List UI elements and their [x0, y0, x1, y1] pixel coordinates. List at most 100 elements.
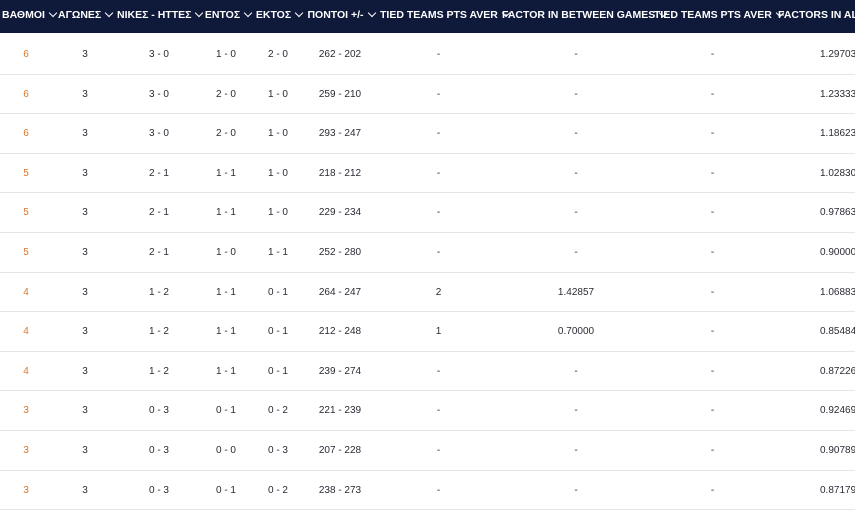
- table-row[interactable]: 3 3 0 - 3 0 - 0 0 - 3 207 - 228 - - - 0.90789: [0, 431, 855, 471]
- factor-between-games-cell: -: [574, 365, 578, 377]
- table-row[interactable]: 5 3 2 - 1 1 - 1 1 - 0 218 - 212 - - - 1.02830: [0, 154, 855, 194]
- table-row[interactable]: 4 3 1 - 2 1 - 1 0 - 1 239 - 274 - - - 0.87226: [0, 352, 855, 392]
- games-cell: 3: [82, 365, 88, 377]
- factors-in-all-cell: 1.06883: [820, 286, 855, 298]
- column-header-label: TIED TEAMS PTS AVER: [380, 9, 498, 21]
- tied-teams-pts-aver-cell: -: [436, 484, 441, 496]
- tied-teams-pts-aver-2-cell: -: [710, 286, 715, 298]
- tied-teams-pts-aver-cell: -: [436, 405, 441, 417]
- points-diff-cell: 293 - 247: [318, 128, 362, 140]
- column-header-away[interactable]: ΕΚΤΟΣ: [255, 0, 304, 33]
- column-header-label: FACTOR IN BETWEEN GAMES: [502, 9, 656, 21]
- wins-losses-cell: 1 - 2: [148, 286, 169, 298]
- table-row[interactable]: 4 3 1 - 2 1 - 1 0 - 1 212 - 248 1 0.70000 - 0.854…: [0, 312, 855, 352]
- home-cell: 1 - 1: [215, 167, 236, 179]
- column-header-points-diff[interactable]: ΠΟΝΤΟΙ +/-: [306, 0, 376, 33]
- home-cell: 1 - 1: [215, 286, 236, 298]
- column-header-label: ΕΚΤΟΣ: [255, 9, 292, 21]
- wins-losses-cell: 0 - 3: [148, 484, 169, 496]
- factor-between-games-cell: -: [574, 405, 578, 417]
- table-row[interactable]: 5 3 2 - 1 1 - 0 1 - 1 252 - 280 - - - 0.90000: [0, 233, 855, 273]
- table-row[interactable]: 3 3 0 - 3 0 - 1 0 - 2 221 - 239 - - - 0.92469: [0, 391, 855, 431]
- column-header-factors-in-all[interactable]: FACTORS IN ALL: [778, 0, 855, 33]
- column-header-factor-between-games[interactable]: FACTOR IN BETWEEN GAMES: [502, 0, 668, 33]
- tied-teams-pts-aver-2-cell: -: [710, 167, 715, 179]
- points-diff-cell: 229 - 234: [318, 207, 362, 219]
- wins-losses-cell: 1 - 2: [148, 365, 169, 377]
- column-header-games[interactable]: ΑΓΩΝΕΣ: [58, 0, 114, 33]
- table-row[interactable]: 6 3 3 - 0 2 - 0 1 - 0 293 - 247 - - - 1.18623: [0, 114, 855, 154]
- wins-losses-cell: 2 - 1: [148, 207, 169, 219]
- points-cell: 5: [23, 207, 29, 219]
- points-diff-cell: 239 - 274: [318, 365, 362, 377]
- factor-between-games-cell: -: [574, 484, 578, 496]
- games-cell: 3: [82, 286, 88, 298]
- tied-teams-pts-aver-2-cell: -: [710, 365, 715, 377]
- points-diff-cell: 238 - 273: [318, 484, 362, 496]
- chevron-down-icon: [48, 8, 58, 18]
- points-diff-cell: 218 - 212: [318, 167, 362, 179]
- points-cell: 4: [23, 365, 29, 377]
- games-cell: 3: [82, 405, 88, 417]
- table-row[interactable]: 6 3 3 - 0 2 - 0 1 - 0 259 - 210 - - - 1.23333: [0, 75, 855, 115]
- tied-teams-pts-aver-2-cell: -: [710, 49, 715, 60]
- factor-between-games-cell: -: [574, 88, 578, 100]
- tied-teams-pts-aver-2-cell: -: [710, 207, 715, 219]
- factors-in-all-cell: 1.02830: [820, 167, 855, 179]
- points-cell: 5: [23, 247, 29, 258]
- tied-teams-pts-aver-2-cell: -: [710, 405, 715, 417]
- home-cell: 0 - 1: [215, 405, 236, 417]
- away-cell: 1 - 1: [267, 247, 288, 258]
- games-cell: 3: [82, 326, 88, 338]
- column-header-tied-teams-pts-aver[interactable]: TIED TEAMS PTS AVER: [380, 0, 511, 33]
- table-row[interactable]: 3 3 0 - 3 0 - 1 0 - 2 238 - 273 - - - 0.87179: [0, 471, 855, 511]
- table-row[interactable]: 4 3 1 - 2 1 - 1 0 - 1 264 - 247 2 1.42857 - 1.068…: [0, 273, 855, 313]
- points-diff-cell: 207 - 228: [318, 445, 362, 456]
- column-header-label: ΒΑΘΜΟΙ: [2, 9, 45, 21]
- games-cell: 3: [82, 88, 88, 100]
- games-cell: 3: [82, 247, 88, 258]
- tied-teams-pts-aver-cell: -: [436, 445, 441, 456]
- games-cell: 3: [82, 445, 88, 456]
- games-cell: 3: [82, 128, 88, 140]
- column-header-label: ΝΙΚΕΣ - ΗΤΤΕΣ: [117, 9, 192, 21]
- home-cell: 1 - 0: [215, 49, 236, 60]
- points-cell: 6: [23, 49, 29, 60]
- away-cell: 2 - 0: [267, 49, 288, 60]
- table-header: ΒΑΘΜΟΙ ΑΓΩΝΕΣ ΝΙΚΕΣ - ΗΤΤΕΣ ΕΝΤΟΣ ΕΚΤΟΣ …: [0, 0, 855, 33]
- points-cell: 3: [23, 405, 29, 417]
- wins-losses-cell: 2 - 1: [148, 167, 169, 179]
- table-row[interactable]: 6 3 3 - 0 1 - 0 2 - 0 262 - 202 - - - 1.29703: [0, 35, 855, 75]
- home-cell: 1 - 0: [215, 247, 236, 258]
- wins-losses-cell: 2 - 1: [148, 247, 169, 258]
- chevron-down-icon: [243, 8, 253, 18]
- factor-between-games-cell: 1.42857: [557, 286, 595, 298]
- column-header-home[interactable]: ΕΝΤΟΣ: [203, 0, 253, 33]
- points-cell: 5: [23, 167, 29, 179]
- points-diff-cell: 264 - 247: [318, 286, 362, 298]
- factors-in-all-cell: 0.87179: [820, 484, 855, 496]
- away-cell: 0 - 1: [267, 365, 288, 377]
- games-cell: 3: [82, 484, 88, 496]
- wins-losses-cell: 3 - 0: [148, 88, 169, 100]
- column-header-points[interactable]: ΒΑΘΜΟΙ: [0, 0, 58, 33]
- table-row[interactable]: 5 3 2 - 1 1 - 1 1 - 0 229 - 234 - - - 0.97863: [0, 193, 855, 233]
- tied-teams-pts-aver-2-cell: -: [710, 128, 715, 140]
- tied-teams-pts-aver-cell: -: [436, 167, 441, 179]
- factor-between-games-cell: -: [574, 128, 578, 140]
- points-cell: 3: [23, 445, 29, 456]
- home-cell: 0 - 0: [215, 445, 236, 456]
- tied-teams-pts-aver-cell: -: [436, 247, 441, 258]
- points-diff-cell: 252 - 280: [318, 247, 362, 258]
- home-cell: 0 - 1: [215, 484, 236, 496]
- home-cell: 1 - 1: [215, 207, 236, 219]
- factors-in-all-cell: 0.90000: [820, 247, 855, 258]
- column-header-wins-losses[interactable]: ΝΙΚΕΣ - ΗΤΤΕΣ: [117, 0, 204, 33]
- away-cell: 0 - 2: [267, 484, 288, 496]
- wins-losses-cell: 1 - 2: [148, 326, 169, 338]
- column-header-tied-teams-pts-aver-2[interactable]: TIED TEAMS PTS AVER: [654, 0, 785, 33]
- tied-teams-pts-aver-2-cell: -: [710, 326, 715, 338]
- games-cell: 3: [82, 167, 88, 179]
- away-cell: 0 - 3: [267, 445, 288, 456]
- away-cell: 1 - 0: [267, 88, 288, 100]
